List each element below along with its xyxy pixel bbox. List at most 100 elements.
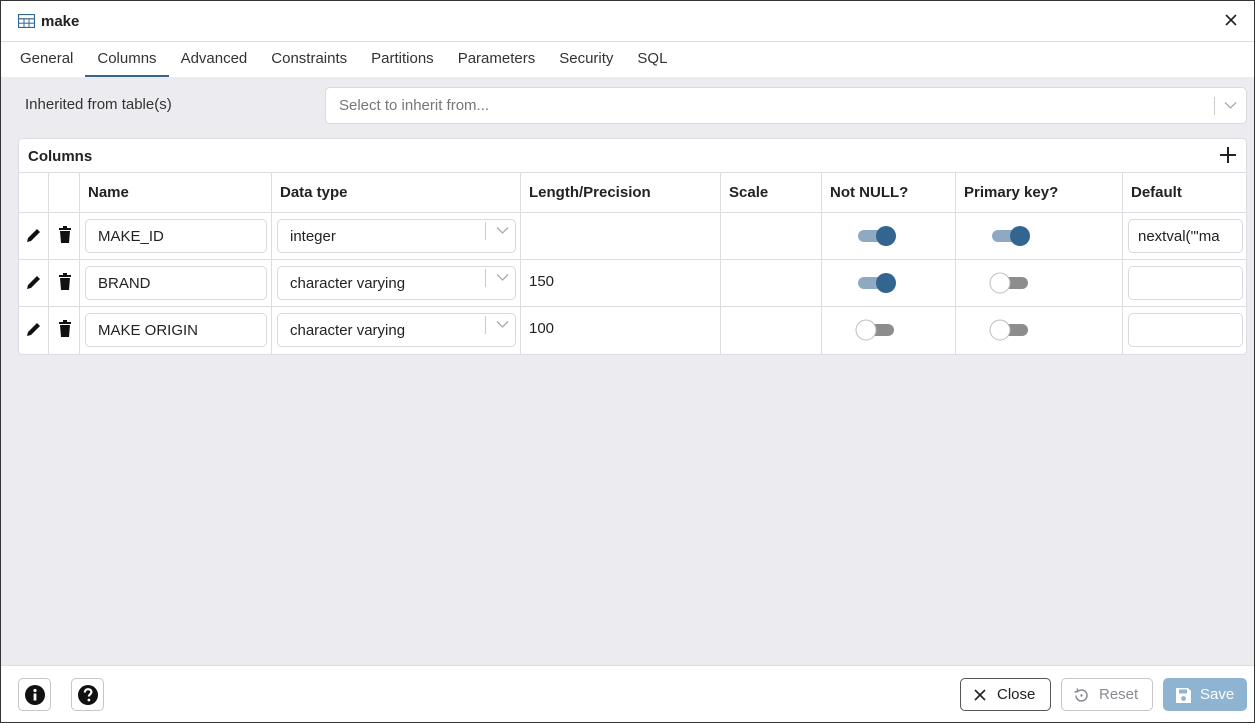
pencil-icon[interactable]	[25, 225, 43, 245]
primary-key-cell	[956, 213, 1123, 259]
header-data-type: Data type	[272, 173, 521, 212]
inherit-label: Inherited from table(s)	[25, 96, 172, 113]
not-null-toggle[interactable]	[854, 318, 898, 342]
not-null-cell	[822, 260, 956, 306]
tab-bar: General Columns Advanced Constraints Par…	[1, 42, 1254, 77]
close-button[interactable]: Close	[960, 678, 1051, 711]
delete-cell	[49, 307, 80, 354]
edit-cell	[19, 213, 49, 259]
tab-general[interactable]: General	[20, 42, 73, 77]
length-value: 100	[529, 320, 555, 337]
save-button-label: Save	[1200, 686, 1235, 703]
tab-sql[interactable]: SQL	[637, 42, 667, 77]
select-separator	[485, 222, 486, 240]
save-button[interactable]: Save	[1163, 678, 1247, 711]
reset-button[interactable]: Reset	[1061, 678, 1153, 711]
header-length: Length/Precision	[521, 173, 721, 212]
help-button[interactable]	[71, 678, 104, 711]
chevron-down-icon[interactable]	[496, 320, 509, 329]
default-input[interactable]	[1128, 266, 1243, 300]
close-icon[interactable]	[1222, 11, 1240, 29]
tab-partitions[interactable]: Partitions	[371, 42, 434, 77]
table-row: BRAND character varying 150	[19, 260, 1246, 307]
length-cell[interactable]	[521, 213, 721, 259]
not-null-cell	[822, 307, 956, 354]
close-button-label: Close	[997, 686, 1036, 703]
trash-icon[interactable]	[56, 319, 74, 339]
primary-key-toggle[interactable]	[988, 318, 1032, 342]
data-type-select[interactable]: character varying	[277, 313, 516, 347]
data-type-cell: character varying	[272, 260, 521, 306]
floppy-disk-icon	[1176, 688, 1191, 703]
columns-panel-header: Columns	[19, 139, 1246, 173]
chevron-down-icon[interactable]	[496, 273, 509, 282]
tab-parameters[interactable]: Parameters	[458, 42, 536, 77]
columns-panel-title: Columns	[28, 148, 93, 165]
column-name-input[interactable]: MAKE ORIGIN	[85, 313, 267, 347]
tab-constraints[interactable]: Constraints	[271, 42, 347, 77]
pencil-icon[interactable]	[25, 319, 43, 339]
header-default: Default	[1131, 184, 1182, 201]
length-value: 150	[529, 273, 555, 290]
reset-button-label: Reset	[1099, 686, 1139, 703]
pencil-icon[interactable]	[25, 272, 43, 292]
header-edit	[19, 173, 49, 212]
column-name-input[interactable]: BRAND	[85, 266, 267, 300]
header-name: Name	[80, 173, 272, 212]
trash-icon[interactable]	[56, 272, 74, 292]
scale-cell[interactable]	[721, 307, 822, 354]
default-input[interactable]: nextval('"ma	[1128, 219, 1243, 253]
header-delete	[49, 173, 80, 212]
data-type-select[interactable]: integer	[277, 219, 516, 253]
default-cell	[1123, 307, 1248, 354]
dialog-title: make	[41, 12, 80, 30]
columns-panel: Columns Name Data type Length/Precision …	[18, 138, 1247, 355]
header-primary-key: Primary key?	[956, 173, 1123, 212]
titlebar: make	[1, 1, 1254, 42]
name-cell: MAKE ORIGIN	[80, 307, 272, 354]
length-cell[interactable]: 100	[521, 307, 721, 354]
name-cell: MAKE_ID	[80, 213, 272, 259]
default-cell: nextval('"ma	[1123, 213, 1248, 259]
primary-key-toggle[interactable]	[988, 271, 1032, 295]
close-icon	[974, 689, 986, 701]
default-cell	[1123, 260, 1248, 306]
select-separator	[1214, 97, 1215, 115]
trash-icon[interactable]	[56, 225, 74, 245]
primary-key-toggle[interactable]	[988, 224, 1032, 248]
column-name-input[interactable]: MAKE_ID	[85, 219, 267, 253]
delete-cell	[49, 260, 80, 306]
select-separator	[485, 269, 486, 287]
default-input[interactable]	[1128, 313, 1243, 347]
add-column-button[interactable]	[1217, 144, 1239, 166]
info-button[interactable]	[18, 678, 51, 711]
chevron-down-icon[interactable]	[496, 226, 509, 235]
edit-cell	[19, 260, 49, 306]
scale-cell[interactable]	[721, 213, 822, 259]
table-dialog: make General Columns Advanced Constraint…	[0, 0, 1255, 723]
table-icon	[18, 14, 35, 28]
inherit-row: Inherited from table(s) Select to inheri…	[1, 77, 1254, 135]
table-row: MAKE_ID integer nextval('"ma	[19, 213, 1246, 260]
name-cell: BRAND	[80, 260, 272, 306]
info-icon	[25, 685, 45, 705]
not-null-cell	[822, 213, 956, 259]
question-icon	[78, 685, 98, 705]
not-null-toggle[interactable]	[854, 224, 898, 248]
chevron-down-icon[interactable]	[1224, 101, 1237, 110]
primary-key-cell	[956, 260, 1123, 306]
delete-cell	[49, 213, 80, 259]
tab-security[interactable]: Security	[559, 42, 613, 77]
inherit-select[interactable]: Select to inherit from...	[325, 87, 1247, 124]
not-null-toggle[interactable]	[854, 271, 898, 295]
tab-columns[interactable]: Columns	[85, 42, 169, 77]
header-scale: Scale	[721, 173, 822, 212]
length-cell[interactable]: 150	[521, 260, 721, 306]
scale-cell[interactable]	[721, 260, 822, 306]
data-type-select[interactable]: character varying	[277, 266, 516, 300]
data-type-cell: integer	[272, 213, 521, 259]
inherit-placeholder: Select to inherit from...	[339, 97, 490, 114]
reset-icon	[1074, 688, 1088, 702]
tab-advanced[interactable]: Advanced	[181, 42, 248, 77]
primary-key-cell	[956, 307, 1123, 354]
